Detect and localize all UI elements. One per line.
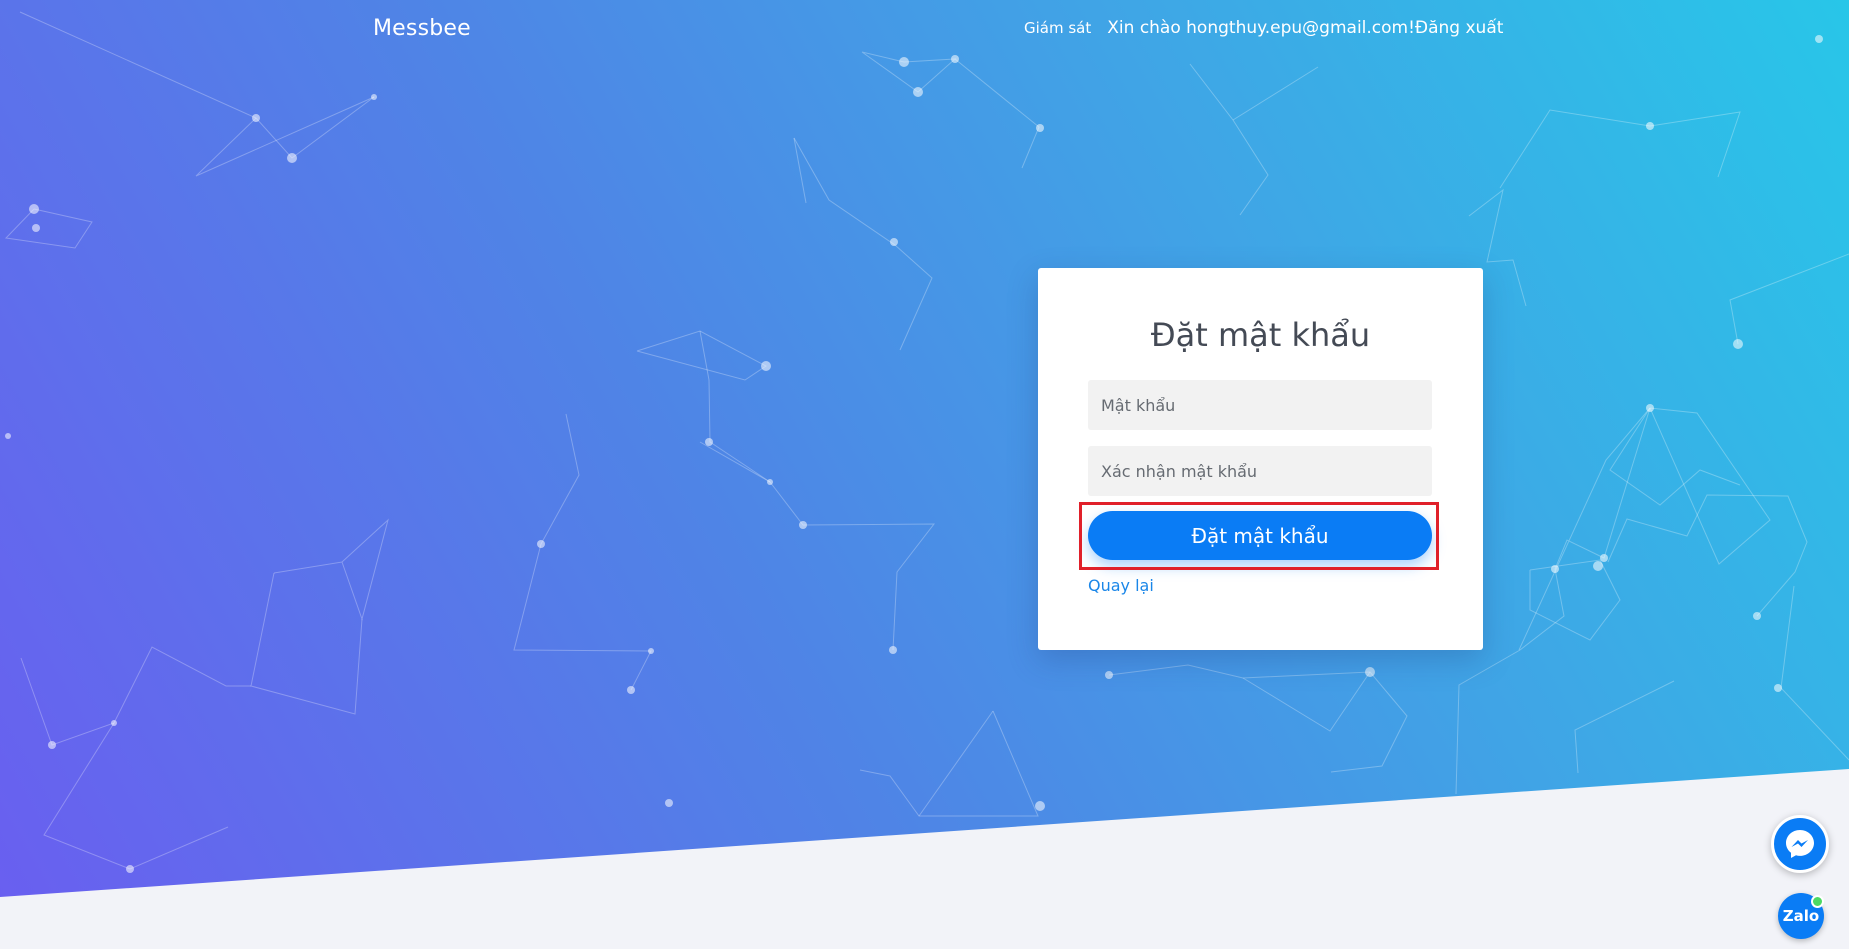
messenger-chat-button[interactable]: [1771, 815, 1829, 873]
brand-logo[interactable]: Messbee: [373, 16, 471, 41]
monitor-link[interactable]: Giám sát: [1024, 19, 1091, 37]
hero-background: [0, 0, 1849, 897]
logout-link[interactable]: Đăng xuất: [1415, 18, 1503, 38]
card-title: Đặt mật khẩu: [1150, 316, 1371, 354]
back-link[interactable]: Quay lại: [1088, 576, 1154, 595]
messenger-icon: [1786, 830, 1814, 858]
greeting-text: Xin chào hongthuy.epu@gmail.com!: [1107, 18, 1415, 38]
set-password-card: Đặt mật khẩu Đặt mật khẩu Quay lại: [1038, 268, 1483, 650]
password-input[interactable]: [1088, 380, 1432, 430]
online-status-dot: [1811, 895, 1824, 908]
zalo-chat-button[interactable]: Zalo: [1778, 893, 1824, 939]
page: Messbee Giám sát Xin chào hongthuy.epu@g…: [0, 0, 1849, 949]
user-nav: Giám sát Xin chào hongthuy.epu@gmail.com…: [1024, 18, 1503, 38]
zalo-label: Zalo: [1782, 907, 1820, 925]
top-navbar: Messbee Giám sát Xin chào hongthuy.epu@g…: [0, 0, 1849, 60]
confirm-password-input[interactable]: [1088, 446, 1432, 496]
set-password-button[interactable]: Đặt mật khẩu: [1088, 511, 1432, 560]
